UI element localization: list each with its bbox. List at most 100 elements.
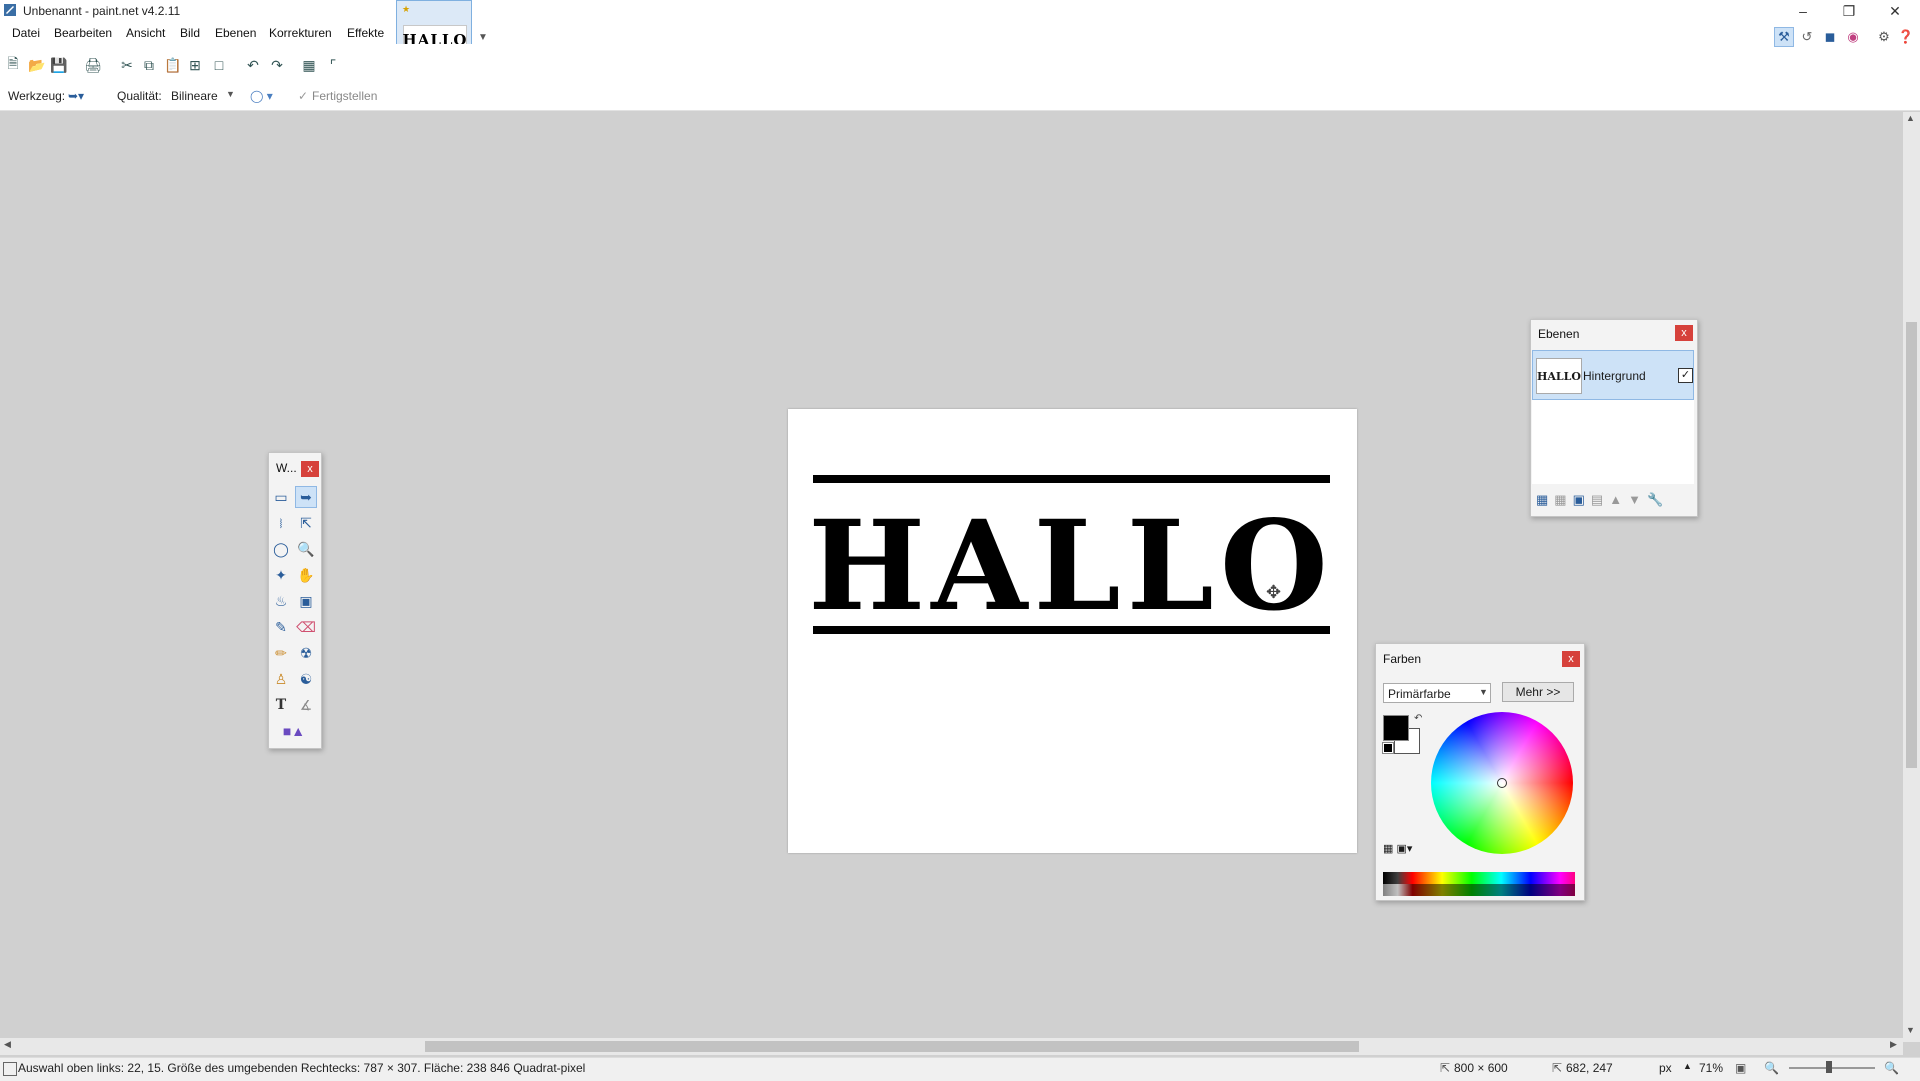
undo-icon[interactable]: ↶	[244, 56, 262, 74]
clone-stamp-tool-icon[interactable]: ♙	[270, 668, 292, 690]
eraser-tool-icon[interactable]: ⌫	[295, 616, 317, 638]
gradient-tool-icon[interactable]: ▣	[295, 590, 317, 612]
recolor-tool-icon[interactable]: ☯	[295, 668, 317, 690]
color-palette-strip[interactable]	[1383, 872, 1575, 896]
move-layer-up-icon[interactable]: ▲	[1609, 492, 1622, 508]
layers-palette-close-button[interactable]: x	[1675, 325, 1693, 341]
swap-colors-icon[interactable]: ↶	[1414, 713, 1422, 724]
menu-bearbeiten[interactable]: Bearbeiten	[54, 26, 112, 40]
colors-palette-close-button[interactable]: x	[1562, 651, 1580, 667]
scroll-down-icon[interactable]: ▼	[1906, 1025, 1915, 1035]
palette-picker-icon[interactable]: ▦ ▣▾	[1383, 842, 1412, 855]
zoom-out-icon[interactable]: 🔍	[1764, 1061, 1779, 1075]
menu-bild[interactable]: Bild	[180, 26, 200, 40]
color-wheel-selector[interactable]	[1497, 778, 1507, 788]
color-mode-chevron-icon[interactable]: ▼	[1479, 687, 1488, 697]
history-icon[interactable]: ↺	[1797, 27, 1817, 47]
layer-visibility-checkbox[interactable]: ✓	[1678, 368, 1693, 383]
toolbar	[0, 44, 1920, 88]
colors-palette-title: Farben	[1383, 652, 1422, 666]
new-file-icon[interactable]: 🗎	[4, 55, 22, 74]
move-selected-tool-icon[interactable]: ➥	[295, 486, 317, 508]
zoom-tool-icon[interactable]: 🔍	[295, 538, 317, 560]
layer-properties-icon[interactable]: 🔧	[1647, 492, 1663, 508]
rectangle-select-tool-icon[interactable]: ▭	[270, 486, 292, 508]
layers-list-empty-area	[1532, 400, 1694, 484]
move-cursor-icon: ✥	[1266, 582, 1282, 602]
finish-button[interactable]: Fertigstellen	[312, 89, 377, 103]
deselect-icon[interactable]: □	[210, 56, 228, 74]
menu-korrekturen[interactable]: Korrekturen	[269, 26, 332, 40]
unit-chevron-icon[interactable]: ▲	[1683, 1061, 1692, 1071]
scroll-up-icon[interactable]: ▲	[1906, 113, 1915, 123]
pencil-tool-icon[interactable]: ✏	[270, 642, 292, 664]
ellipse-select-tool-icon[interactable]: ◯	[270, 538, 292, 560]
primary-color-swatch[interactable]	[1383, 715, 1409, 741]
move-selection-tool-icon[interactable]: ⇱	[295, 512, 317, 534]
pan-tool-icon[interactable]: ✋	[295, 564, 317, 586]
reset-colors-icon[interactable]	[1382, 742, 1394, 754]
canvas-hallo-text: HALLO	[808, 494, 1334, 639]
quality-chevron-icon[interactable]: ▼	[226, 89, 235, 99]
open-file-icon[interactable]: 📂	[28, 56, 46, 74]
scroll-right-icon[interactable]: ▶	[1890, 1039, 1897, 1050]
crop-icon[interactable]: ⊞	[186, 56, 204, 74]
paint-bucket-tool-icon[interactable]: ♨	[270, 590, 292, 612]
more-button[interactable]: Mehr >>	[1502, 682, 1574, 702]
delete-layer-icon[interactable]: ▦	[1554, 492, 1566, 508]
unit-select[interactable]: px	[1659, 1061, 1672, 1075]
selection-mode-icon[interactable]: ◯ ▾	[250, 89, 273, 103]
cursor-position: 682, 247	[1566, 1061, 1613, 1075]
ruler-icon[interactable]: ⌜	[324, 56, 342, 74]
tools-palette-title: W...	[276, 461, 297, 475]
zoom-slider[interactable]	[1789, 1067, 1875, 1069]
paste-icon[interactable]: 📋	[164, 56, 182, 74]
zoom-in-icon[interactable]: 🔍	[1884, 1061, 1899, 1075]
menu-ebenen[interactable]: Ebenen	[215, 26, 256, 40]
print-icon[interactable]: 🖨	[84, 56, 102, 74]
close-window-button[interactable]: ✕	[1872, 0, 1918, 22]
layers-toggle-icon[interactable]: ◼	[1820, 27, 1840, 47]
color-picker-tool-icon[interactable]: ☢	[295, 642, 317, 664]
move-selection-tool-icon[interactable]: ➥▾	[68, 89, 84, 103]
text-tool-icon[interactable]: T	[270, 694, 292, 716]
menu-datei[interactable]: Datei	[12, 26, 40, 40]
selection-info: Auswahl oben links: 22, 15. Größe des um…	[18, 1061, 586, 1075]
magic-wand-tool-icon[interactable]: ✦	[270, 564, 292, 586]
tools-palette-close-button[interactable]: x	[301, 461, 319, 477]
menu-effekte[interactable]: Effekte	[347, 26, 384, 40]
vertical-scroll-thumb[interactable]	[1906, 322, 1917, 768]
layers-actions: ▦ ▦ ▣ ▤ ▲ ▼ 🔧	[1536, 492, 1692, 508]
tools-toggle-icon[interactable]: ⚒	[1774, 27, 1794, 47]
redo-icon[interactable]: ↷	[268, 56, 286, 74]
duplicate-layer-icon[interactable]: ▣	[1573, 492, 1585, 508]
copy-icon[interactable]: ⧉	[140, 56, 158, 74]
cut-icon[interactable]: ✂	[118, 56, 136, 74]
quality-select[interactable]: Bilineare	[171, 89, 218, 103]
lasso-select-tool-icon[interactable]: ⧘	[270, 512, 292, 534]
help-icon[interactable]: ❓	[1896, 27, 1916, 47]
colors-toggle-icon[interactable]: ◉	[1843, 27, 1863, 47]
line-curve-tool-icon[interactable]: ∡	[295, 694, 317, 716]
unsaved-star-icon: ★	[402, 4, 411, 14]
settings-gear-icon[interactable]: ⚙	[1874, 27, 1894, 47]
fit-window-icon[interactable]: ▣	[1735, 1061, 1746, 1075]
merge-layer-icon[interactable]: ▤	[1591, 492, 1603, 508]
grid-icon[interactable]: ▦	[300, 56, 318, 74]
add-layer-icon[interactable]: ▦	[1536, 492, 1548, 508]
paintbrush-tool-icon[interactable]: ✎	[270, 616, 292, 638]
layer-thumbnail: HALLO	[1536, 358, 1582, 394]
scroll-left-icon[interactable]: ◀	[4, 1039, 11, 1050]
restore-button[interactable]: ❐	[1826, 0, 1872, 22]
tab-list-chevron-icon[interactable]: ▼	[478, 32, 488, 43]
menu-ansicht[interactable]: Ansicht	[126, 26, 165, 40]
minimize-button[interactable]: –	[1780, 0, 1826, 22]
save-icon[interactable]: 💾	[50, 56, 68, 74]
horizontal-scroll-thumb[interactable]	[425, 1041, 1359, 1052]
move-layer-down-icon[interactable]: ▼	[1628, 492, 1641, 508]
color-mode-select[interactable]: Primärfarbe	[1383, 683, 1491, 703]
image-canvas[interactable]: HALLO	[788, 409, 1357, 853]
zoom-level[interactable]: 71%	[1699, 1061, 1723, 1075]
shapes-tool-icon[interactable]: ■▲	[276, 720, 312, 742]
zoom-slider-thumb[interactable]	[1826, 1061, 1832, 1073]
